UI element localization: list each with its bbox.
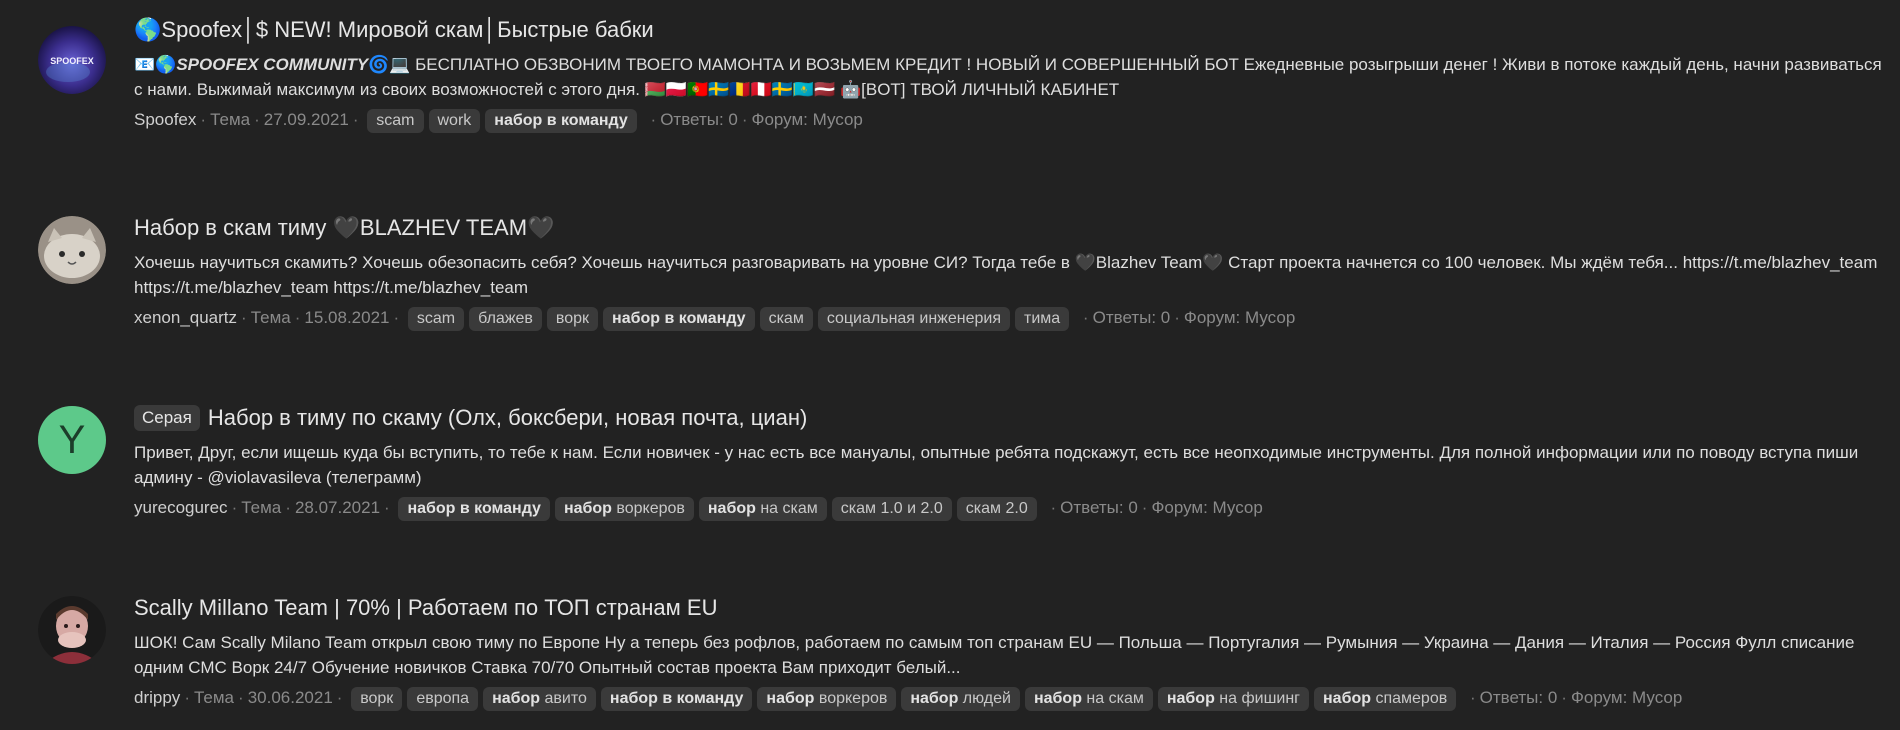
tag[interactable]: work: [428, 109, 481, 133]
tag[interactable]: набор авито: [483, 687, 596, 711]
tag[interactable]: набор в команду: [398, 497, 550, 521]
prefix-badge[interactable]: Серая: [134, 405, 200, 431]
tag[interactable]: скам: [759, 307, 813, 331]
forum-link[interactable]: Форум: Мусор: [1184, 308, 1295, 327]
tag[interactable]: ворк: [351, 687, 403, 711]
author-link[interactable]: drippy: [134, 688, 180, 707]
avatar[interactable]: [38, 216, 106, 284]
tag[interactable]: социальная инженерия: [817, 307, 1011, 331]
result-meta: yurecogurec · Тема · 28.07.2021 · набор в ком…: [134, 495, 1886, 521]
tag[interactable]: европа: [407, 687, 479, 711]
author-link[interactable]: Spoofex: [134, 110, 196, 129]
result-meta: xenon_quartz · Тема · 15.08.2021 · scam блажев…: [134, 305, 1886, 331]
tag[interactable]: блажев: [469, 307, 542, 331]
tag[interactable]: набор в команду: [600, 687, 753, 711]
result-title[interactable]: Набор в тиму по скаму (Олх, боксбери, но…: [208, 405, 807, 430]
tag[interactable]: тима: [1015, 307, 1070, 331]
result-snippet: ШОК! Сам Scally Milano Team открыл свою …: [134, 633, 1855, 677]
snippet-text: 🌀💻 БЕСПЛАТНО ОБЗВОНИМ ТВОЕГО МАМОНТА И В…: [134, 55, 1882, 99]
author-link[interactable]: xenon_quartz: [134, 308, 237, 327]
forum-link[interactable]: Форум: Мусор: [1571, 688, 1682, 707]
photo-avatar: [38, 596, 106, 664]
result-meta: Spoofex · Тема · 27.09.2021 · scam work набор в…: [134, 107, 1886, 133]
tag[interactable]: набор на фишинг: [1157, 687, 1310, 711]
avatar[interactable]: [38, 596, 106, 664]
content-type: Тема: [250, 308, 291, 327]
tag[interactable]: scam: [367, 109, 424, 133]
result-meta: drippy · Тема · 30.06.2021 · ворк европа набор …: [134, 685, 1886, 711]
tag[interactable]: набор на скам: [698, 497, 827, 521]
result-title[interactable]: Scally Millano Team | 70% | Работаем по …: [134, 595, 717, 620]
tag[interactable]: набор в команду: [485, 109, 637, 133]
avatar-letter: Y: [58, 418, 86, 462]
result-snippet: 📧🌎SPOOFEX COMMUNITY🌀💻 БЕСПЛАТНО ОБЗВОНИМ…: [134, 52, 1886, 102]
tag[interactable]: скам 1.0 и 2.0: [831, 497, 952, 521]
content-type: Тема: [210, 110, 251, 129]
spoofex-logo-avatar: SPOOFEX: [38, 26, 106, 94]
content-type: Тема: [193, 688, 235, 707]
snippet-brand: SPOOFEX COMMUNITY: [176, 55, 369, 74]
result-snippet: Хочешь научиться скамить? Хочешь обезопа…: [134, 253, 1878, 297]
post-date: 30.06.2021: [247, 688, 333, 707]
content-type: Тема: [241, 498, 282, 517]
forum-link[interactable]: Форум: Мусор: [1151, 498, 1262, 517]
result-snippet: Привет, Друг, если ищешь куда бы вступит…: [134, 443, 1859, 487]
tag[interactable]: набор на скам: [1024, 687, 1153, 711]
avatar-logo-text: SPOOFEX: [50, 56, 94, 66]
tag[interactable]: набор воркеров: [554, 497, 694, 521]
replies-count: Ответы: 0: [1479, 688, 1558, 707]
tag[interactable]: набор в команду: [603, 307, 755, 331]
snippet-lead-emoji: 📧🌎: [134, 55, 177, 74]
avatar[interactable]: SPOOFEX: [38, 26, 106, 94]
result-title[interactable]: Набор в скам тиму 🖤BLAZHEV TEAM🖤: [134, 215, 554, 240]
tag[interactable]: ворк: [546, 307, 599, 331]
tag[interactable]: набор спамеров: [1314, 687, 1457, 711]
author-link[interactable]: yurecogurec: [134, 498, 228, 517]
tag[interactable]: набор людей: [901, 687, 1020, 711]
post-date: 28.07.2021: [294, 498, 381, 517]
tag[interactable]: скам 2.0: [956, 497, 1037, 521]
tag[interactable]: набор воркеров: [757, 687, 897, 711]
avatar[interactable]: Y: [38, 406, 106, 474]
result-title[interactable]: 🌎Spoofex│$ NEW! Мировой скам│Быстрые баб…: [134, 17, 654, 42]
replies-count: Ответы: 0: [660, 110, 738, 129]
tag[interactable]: scam: [407, 307, 465, 331]
post-date: 15.08.2021: [304, 308, 390, 327]
post-date: 27.09.2021: [263, 110, 349, 129]
replies-count: Ответы: 0: [1060, 498, 1138, 517]
forum-link[interactable]: Форум: Мусор: [752, 110, 863, 129]
replies-count: Ответы: 0: [1092, 308, 1171, 327]
cat-avatar: [38, 216, 106, 284]
search-results: SPOOFEX 🌎Spoofex│$ NEW! Мировой скам│Быс…: [0, 0, 1900, 730]
